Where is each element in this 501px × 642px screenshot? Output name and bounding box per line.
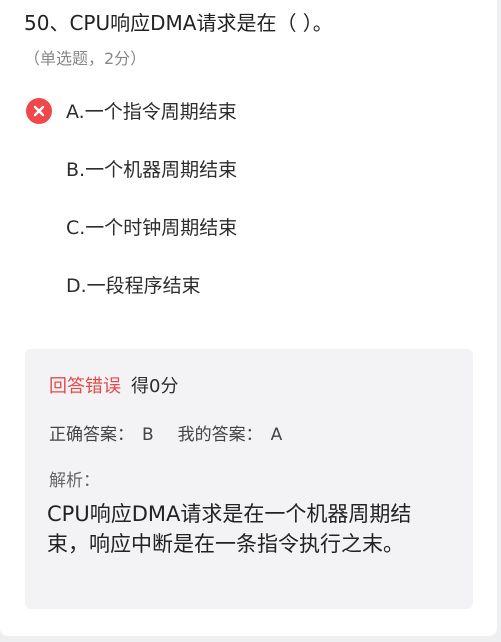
- question-text: 50、CPU响应DMA请求是在（ ）。: [24, 11, 333, 35]
- my-answer-label: 我的答案：: [177, 425, 263, 445]
- answer-line: 正确答案： B 我的答案： A: [49, 421, 282, 449]
- option-a[interactable]: A.一个指令周期结束: [66, 97, 237, 127]
- analysis-label: 解析：: [49, 471, 100, 491]
- page-edge: [497, 0, 501, 642]
- my-answer-value: A: [270, 425, 283, 445]
- option-c[interactable]: C.一个时钟周期结束: [66, 213, 237, 243]
- close-circle-icon: [26, 98, 52, 124]
- result-panel: 回答错误 得0分 正确答案： B 我的答案： A 解析： CPU响应DMA请求是在一个机…: [25, 349, 473, 609]
- correct-answer-value: B: [142, 425, 154, 445]
- verdict-line: 回答错误 得0分: [49, 373, 178, 401]
- option-b[interactable]: B.一个机器周期结束: [66, 155, 237, 185]
- correct-answer-label: 正确答案：: [49, 425, 134, 445]
- option-d[interactable]: D.一段程序结束: [66, 271, 201, 301]
- score-text: 得0分: [131, 376, 179, 397]
- verdict-text: 回答错误: [49, 376, 121, 397]
- question-meta: （单选题，2分）: [24, 49, 147, 68]
- question-card: 50、CPU响应DMA请求是在（ ）。 （单选题，2分） A.一个指令周期结束 …: [0, 0, 497, 636]
- analysis-text: CPU响应DMA请求是在一个机器周期结束，响应中断是在一条指令执行之末。: [47, 502, 412, 556]
